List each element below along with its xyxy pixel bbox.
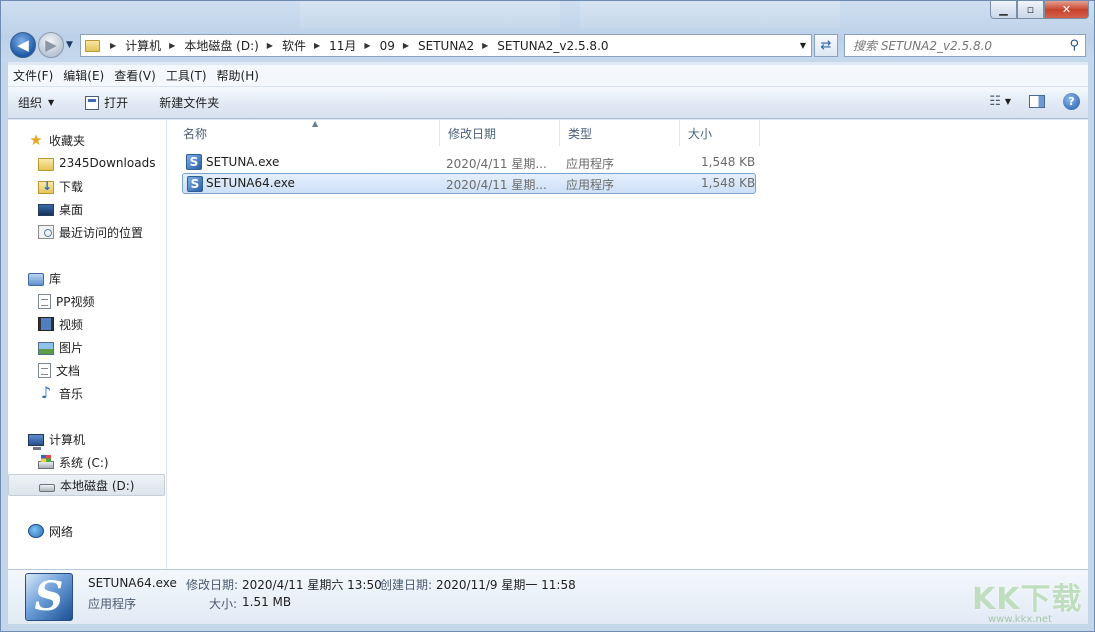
document-icon: [38, 293, 51, 309]
sidebar-item-pp-video[interactable]: PP视频: [8, 290, 165, 312]
sidebar-item-libraries[interactable]: 库: [8, 267, 165, 289]
refresh-button[interactable]: ⇄: [814, 34, 838, 57]
breadcrumb-09[interactable]: 09 ▶: [380, 39, 418, 53]
maximize-button[interactable]: ▫: [1017, 0, 1044, 19]
column-header-date[interactable]: 修改日期: [440, 120, 560, 146]
sidebar-item-network[interactable]: 网络: [8, 520, 165, 542]
preview-pane-icon[interactable]: [1029, 95, 1045, 108]
menu-bar: 文件(F) 编辑(E) 查看(V) 工具(T) 帮助(H): [8, 65, 1088, 87]
details-pane: S SETUNA64.exe 修改日期: 2020/4/11 星期六 13:50…: [8, 569, 1088, 624]
chevron-right-icon[interactable]: ▶: [314, 41, 320, 50]
network-icon: [28, 524, 44, 538]
downloads-folder-icon: [38, 179, 54, 194]
window-frame-bottom: [0, 624, 1095, 632]
file-list: 名称 ▲ 修改日期 类型 大小 S SETUNA.exe 2020/4/11 星…: [167, 119, 1088, 569]
film-icon: [38, 317, 54, 331]
watermark-url: www.kkx.net: [988, 614, 1052, 625]
menu-help[interactable]: 帮助(H): [212, 67, 264, 84]
back-button[interactable]: ◀: [10, 32, 36, 58]
search-input[interactable]: [853, 38, 1053, 53]
document-icon: [38, 362, 51, 378]
close-button[interactable]: ✕: [1044, 0, 1089, 19]
menu-edit[interactable]: 编辑(E): [58, 67, 109, 84]
system-drive-icon: [38, 455, 54, 469]
application-icon: S: [186, 154, 202, 170]
window-frame-right: [1088, 62, 1095, 632]
background-window-ghost: [580, 0, 840, 28]
breadcrumb-computer[interactable]: 计算机 ▶: [125, 37, 184, 54]
application-icon: S: [187, 176, 203, 192]
watermark-logo: KK下载: [972, 582, 1083, 617]
sidebar-item-desktop[interactable]: 桌面: [8, 198, 165, 220]
column-header-name[interactable]: 名称 ▲: [175, 119, 440, 146]
search-box[interactable]: ⚲: [844, 34, 1086, 57]
picture-icon: [38, 341, 54, 355]
window-frame-left: [0, 62, 8, 632]
column-header-type[interactable]: 类型: [560, 120, 680, 146]
new-folder-button[interactable]: 新建文件夹: [137, 94, 228, 111]
star-icon: ★: [29, 131, 43, 149]
menu-file[interactable]: 文件(F): [8, 67, 58, 84]
sidebar-item-drive-d[interactable]: 本地磁盘 (D:): [8, 474, 165, 496]
search-icon[interactable]: ⚲: [1069, 38, 1079, 53]
recent-pages-dropdown-icon[interactable]: ▼: [66, 40, 73, 50]
background-window-ghost: [300, 0, 560, 28]
file-row-setuna64[interactable]: S SETUNA64.exe 2020/4/11 星期... 应用程序 1,54…: [182, 173, 756, 194]
desktop-icon: [38, 204, 54, 216]
breadcrumb-setuna2[interactable]: SETUNA2 ▶: [418, 39, 497, 53]
application-icon: S: [25, 573, 73, 621]
sidebar-item-downloads[interactable]: 下载: [8, 175, 165, 197]
folder-icon: [38, 157, 54, 171]
change-view-icon[interactable]: ☷: [989, 94, 1001, 109]
breadcrumb-current-folder[interactable]: SETUNA2_v2.5.8.0: [497, 39, 608, 53]
sidebar-item-drive-c[interactable]: 系统 (C:): [8, 451, 165, 473]
command-bar: 组织 ▼ 打开 新建文件夹 ☷ ▼ ?: [8, 87, 1088, 119]
refresh-icon: ⇄: [820, 38, 832, 53]
minimize-button[interactable]: ▁: [990, 0, 1017, 19]
chevron-right-icon[interactable]: ▶: [482, 41, 488, 50]
navigation-bar: ◀ ▶ ▼ ▶ 计算机 ▶ 本地磁盘 (D:) ▶ 软件 ▶ 11月 ▶ 09 ▶ SET…: [10, 32, 1090, 60]
computer-icon: [28, 433, 44, 450]
open-icon: [85, 95, 100, 110]
sidebar-item-videos[interactable]: 视频: [8, 313, 165, 335]
library-icon: [28, 272, 44, 286]
help-icon[interactable]: ?: [1063, 93, 1080, 110]
breadcrumb-software[interactable]: 软件 ▶: [282, 37, 329, 54]
chevron-right-icon[interactable]: ▶: [364, 41, 370, 50]
navigation-pane: ★收藏夹 2345Downloads 下载 桌面 最近访问的位置 库 PP视频 …: [8, 120, 167, 569]
hard-drive-icon: [39, 483, 55, 492]
sidebar-item-music[interactable]: ♪ 音乐: [8, 382, 165, 404]
chevron-right-icon[interactable]: ▶: [169, 41, 175, 50]
breadcrumb-drive-d[interactable]: 本地磁盘 (D:) ▶: [184, 37, 282, 54]
sidebar-item-computer[interactable]: 计算机: [8, 428, 165, 450]
chevron-down-icon[interactable]: ▼: [1005, 97, 1011, 106]
open-button[interactable]: 打开: [63, 94, 137, 111]
organize-button[interactable]: 组织 ▼: [8, 94, 63, 111]
music-note-icon: ♪: [40, 383, 52, 402]
sidebar-item-favorites[interactable]: ★ 收藏夹: [8, 129, 165, 151]
chevron-right-icon[interactable]: ▶: [110, 41, 116, 50]
file-row-setuna[interactable]: S SETUNA.exe 2020/4/11 星期... 应用程序 1,548 …: [182, 152, 756, 173]
sidebar-item-2345downloads[interactable]: 2345Downloads: [8, 152, 165, 174]
address-bar[interactable]: ▶ 计算机 ▶ 本地磁盘 (D:) ▶ 软件 ▶ 11月 ▶ 09 ▶ SETUNA2 ▶ …: [80, 34, 812, 57]
details-file-name: SETUNA64.exe: [88, 576, 177, 590]
chevron-right-icon[interactable]: ▶: [403, 41, 409, 50]
recent-places-icon: [38, 225, 54, 239]
window-controls: ▁ ▫ ✕: [990, 0, 1089, 19]
address-history-dropdown-icon[interactable]: ▼: [794, 34, 812, 57]
sidebar-item-recent-places[interactable]: 最近访问的位置: [8, 221, 165, 243]
chevron-right-icon[interactable]: ▶: [267, 41, 273, 50]
menu-view[interactable]: 查看(V): [109, 67, 161, 84]
menu-tools[interactable]: 工具(T): [161, 67, 212, 84]
column-header-size[interactable]: 大小: [680, 120, 760, 146]
breadcrumb-november[interactable]: 11月 ▶: [329, 37, 379, 54]
forward-button[interactable]: ▶: [38, 32, 64, 58]
folder-icon: [85, 39, 100, 52]
sidebar-item-documents[interactable]: 文档: [8, 359, 165, 381]
sidebar-item-pictures[interactable]: 图片: [8, 336, 165, 358]
sort-ascending-icon: ▲: [312, 119, 319, 128]
chevron-down-icon: ▼: [48, 98, 55, 107]
